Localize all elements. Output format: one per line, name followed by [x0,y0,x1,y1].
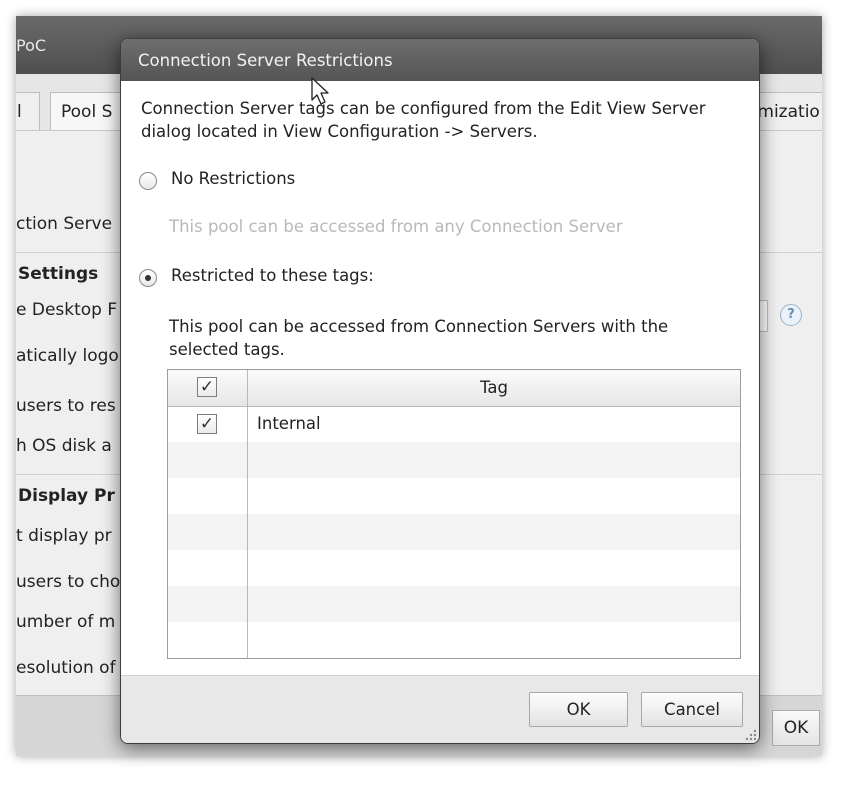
background-section-settings: Settings [18,264,99,284]
restricted-to-tags-radio[interactable] [139,269,157,287]
row-check-cell: ✓ [168,406,248,442]
tag-name-cell: Internal [257,414,321,433]
cancel-button[interactable]: Cancel [641,692,743,727]
background-label-reset: users to res [16,396,116,416]
no-restrictions-label[interactable]: No Restrictions [171,169,295,188]
no-restrictions-radio[interactable] [139,172,157,190]
table-row[interactable]: ✓ Internal [168,406,740,442]
table-row [168,550,740,586]
background-label-choose: users to cho [16,572,121,592]
restricted-to-tags-label[interactable]: Restricted to these tags: [171,266,374,285]
background-ok-button[interactable]: OK [772,710,820,746]
radio-selected-dot [145,275,151,281]
select-all-checkbox[interactable]: ✓ [197,377,217,397]
tag-column-header[interactable]: Tag [248,370,740,406]
background-label-connection-server: ction Serve [16,214,113,234]
header-check-cell: ✓ [168,370,248,406]
tags-table-header: ✓ Tag [168,370,740,407]
restricted-tags-hint: This pool can be accessed from Connectio… [169,317,669,359]
connection-server-restrictions-dialog: Connection Server Restrictions Connectio… [120,38,760,744]
dialog-title: Connection Server Restrictions [138,51,393,70]
table-row [168,586,740,622]
help-icon[interactable]: ? [780,304,802,326]
table-row [168,478,740,514]
row-check-cell [168,586,248,622]
table-row [168,622,740,658]
row-checkbox-internal[interactable]: ✓ [197,414,217,434]
tags-table: ✓ Tag ✓ Internal [167,369,741,659]
background-section-display-protocol: Display Pr [18,486,115,506]
no-restrictions-hint: This pool can be accessed from any Conne… [169,217,623,236]
row-check-cell [168,622,248,658]
table-row [168,442,740,478]
background-window-title: PoC [16,36,47,55]
row-check-cell [168,442,248,478]
ok-button[interactable]: OK [529,692,628,727]
dialog-description: Connection Server tags can be configured… [141,99,706,141]
background-tab-1[interactable]: l [16,92,40,130]
background-label-os-disk: h OS disk a [16,436,112,456]
dialog-footer: OK Cancel [121,675,759,743]
background-label-monitors: umber of m [16,612,116,632]
background-label-resolution: esolution of [16,658,116,678]
background-label-display-protocol: t display pr [16,526,112,546]
background-label-logoff: atically logo [16,346,119,366]
table-row [168,514,740,550]
row-check-cell [168,478,248,514]
row-check-cell [168,550,248,586]
dialog-titlebar[interactable]: Connection Server Restrictions [121,39,759,81]
resize-grip-icon[interactable] [743,727,757,741]
background-label-desktop: e Desktop F [16,300,118,320]
row-check-cell [168,514,248,550]
